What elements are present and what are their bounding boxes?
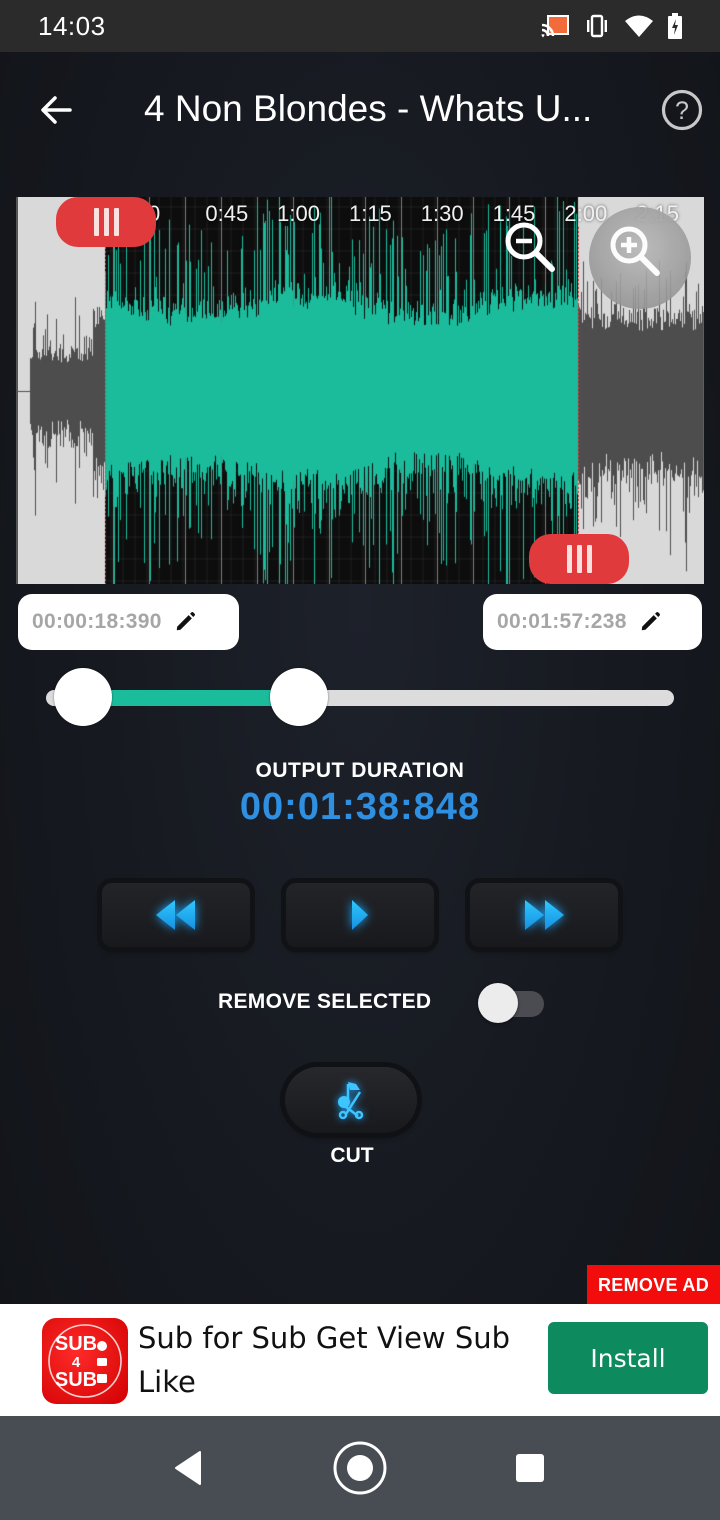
rewind-icon — [156, 900, 195, 930]
ad-icon-text: SUB — [55, 1369, 97, 1391]
grip-bar — [103, 208, 109, 236]
back-triangle-icon — [175, 1451, 201, 1485]
time-tick-label: 1:00 — [277, 201, 321, 226]
zoom-out-icon — [505, 222, 555, 272]
grip-bar — [113, 208, 119, 236]
back-button[interactable] — [36, 90, 76, 130]
start-time-value: 00:00:18:390 — [32, 610, 162, 633]
fast-forward-icon — [525, 900, 564, 930]
grip-bar — [566, 545, 572, 573]
time-tick-label: 1:30 — [420, 201, 464, 226]
ad-text[interactable]: Sub for Sub Get View Sub Like — [138, 1316, 538, 1404]
time-tick-label: 1:15 — [348, 201, 392, 226]
arrow-left-icon — [41, 96, 72, 124]
output-duration-value: 00:01:38:848 — [239, 786, 481, 828]
vibrate-icon — [587, 14, 607, 38]
remove-selected-toggle[interactable] — [478, 983, 546, 1023]
status-bar: 14:03 — [0, 0, 720, 52]
svg-text:?: ? — [675, 97, 689, 125]
selection-start-handle[interactable] — [56, 197, 156, 247]
end-time-value: 00:01:57:238 — [497, 610, 627, 633]
fast-forward-button[interactable] — [470, 883, 618, 947]
grip-bar — [576, 545, 582, 573]
toolbar: 4 Non Blondes - Whats U... ? — [0, 60, 720, 160]
status-time: 14:03 — [38, 10, 106, 41]
system-nav-bar — [0, 1416, 720, 1520]
zoom-in-button[interactable] — [589, 207, 691, 309]
sub4sub-logo-icon: SUB 4 SUB — [48, 1324, 122, 1398]
grip-bar — [586, 545, 592, 573]
ad-banner[interactable]: SUB 4 SUB Sub for Sub Get View Sub Like … — [0, 1304, 720, 1416]
install-button[interactable]: Install — [548, 1322, 708, 1394]
pencil-icon[interactable] — [639, 611, 661, 633]
remove-selected-label: REMOVE SELECTED — [218, 990, 432, 1013]
zoom-in-icon — [610, 226, 660, 276]
nav-recents-button[interactable] — [500, 1438, 560, 1498]
waveform-view[interactable]: :300:451:001:151:301:452:002:15 — [16, 197, 704, 584]
slider-fill — [83, 690, 300, 706]
wifi-icon — [625, 15, 653, 37]
recents-square-icon — [516, 1454, 544, 1482]
ad-icon-text: SUB — [55, 1333, 97, 1355]
home-circle-icon — [333, 1441, 387, 1495]
time-tick-label: 2:00 — [564, 201, 608, 226]
status-icons — [540, 13, 682, 39]
nav-home-button[interactable] — [330, 1438, 390, 1498]
play-button[interactable] — [286, 883, 434, 947]
start-time-field[interactable]: 00:00:18:390 — [18, 594, 239, 650]
battery-charging-icon — [668, 13, 682, 39]
rewind-button[interactable] — [102, 883, 250, 947]
page-title: 4 Non Blondes - Whats U... — [144, 88, 593, 129]
help-circle-icon: ? — [661, 89, 703, 131]
toggle-thumb — [478, 983, 518, 1023]
cut-button[interactable] — [285, 1067, 417, 1133]
ad-app-icon[interactable]: SUB 4 SUB — [42, 1318, 128, 1404]
slider-end-thumb[interactable] — [270, 668, 329, 726]
trim-range-slider[interactable] — [46, 668, 674, 728]
nav-back-button[interactable] — [158, 1438, 218, 1498]
slider-start-thumb[interactable] — [54, 668, 112, 726]
selection-end-handle[interactable] — [529, 534, 629, 584]
cut-label: CUT — [330, 1144, 374, 1167]
help-button[interactable]: ? — [660, 88, 704, 132]
grip-bar — [93, 208, 99, 236]
output-duration-label: OUTPUT DURATION — [255, 759, 465, 782]
zoom-out-button[interactable] — [498, 215, 568, 285]
end-time-field[interactable]: 00:01:57:238 — [483, 594, 702, 650]
play-icon — [352, 900, 368, 930]
cut-music-icon — [338, 1082, 364, 1120]
cast-icon — [541, 15, 569, 38]
remove-ad-button[interactable]: REMOVE AD — [587, 1265, 720, 1305]
pencil-icon[interactable] — [174, 611, 196, 633]
time-tick-label: 0:45 — [205, 201, 249, 226]
